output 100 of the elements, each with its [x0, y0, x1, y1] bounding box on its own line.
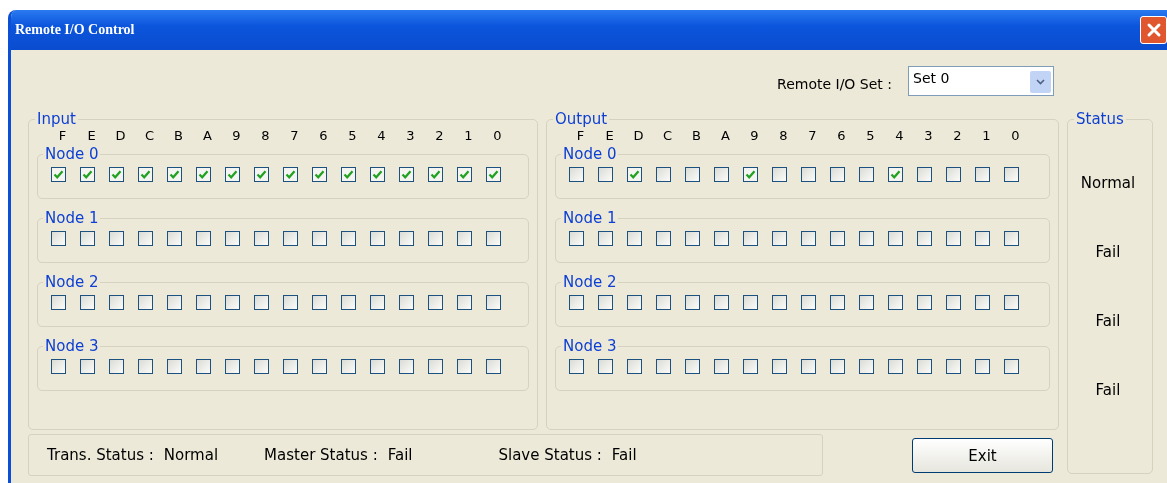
checkbox[interactable]: [167, 359, 182, 374]
checkbox[interactable]: [714, 359, 729, 374]
checkbox[interactable]: [627, 295, 642, 310]
checkbox[interactable]: [254, 167, 269, 182]
checkbox[interactable]: [743, 359, 758, 374]
checkbox[interactable]: [283, 231, 298, 246]
checkbox[interactable]: [772, 359, 787, 374]
checkbox[interactable]: [109, 167, 124, 182]
checkbox[interactable]: [946, 295, 961, 310]
checkbox[interactable]: [801, 359, 816, 374]
checkbox[interactable]: [975, 231, 990, 246]
checkbox[interactable]: [138, 295, 153, 310]
checkbox[interactable]: [656, 359, 671, 374]
checkbox[interactable]: [714, 295, 729, 310]
checkbox[interactable]: [167, 231, 182, 246]
checkbox[interactable]: [254, 231, 269, 246]
checkbox[interactable]: [167, 295, 182, 310]
checkbox[interactable]: [370, 167, 385, 182]
checkbox[interactable]: [1004, 295, 1019, 310]
checkbox[interactable]: [370, 231, 385, 246]
checkbox[interactable]: [399, 231, 414, 246]
checkbox[interactable]: [859, 359, 874, 374]
checkbox[interactable]: [830, 231, 845, 246]
close-icon[interactable]: [1145, 22, 1162, 38]
checkbox[interactable]: [486, 359, 501, 374]
checkbox[interactable]: [743, 167, 758, 182]
checkbox[interactable]: [917, 231, 932, 246]
checkbox[interactable]: [428, 231, 443, 246]
checkbox[interactable]: [80, 231, 95, 246]
checkbox[interactable]: [685, 359, 700, 374]
checkbox[interactable]: [225, 359, 240, 374]
checkbox[interactable]: [917, 359, 932, 374]
checkbox[interactable]: [888, 359, 903, 374]
checkbox[interactable]: [312, 231, 327, 246]
checkbox[interactable]: [399, 359, 414, 374]
checkbox[interactable]: [370, 295, 385, 310]
checkbox[interactable]: [598, 359, 613, 374]
checkbox[interactable]: [109, 359, 124, 374]
checkbox[interactable]: [946, 231, 961, 246]
checkbox[interactable]: [51, 359, 66, 374]
checkbox[interactable]: [80, 359, 95, 374]
checkbox[interactable]: [283, 295, 298, 310]
checkbox[interactable]: [486, 231, 501, 246]
checkbox[interactable]: [975, 167, 990, 182]
checkbox[interactable]: [138, 359, 153, 374]
checkbox[interactable]: [399, 167, 414, 182]
checkbox[interactable]: [975, 295, 990, 310]
checkbox[interactable]: [225, 295, 240, 310]
checkbox[interactable]: [801, 231, 816, 246]
set-dropdown[interactable]: Set 0: [908, 66, 1054, 96]
exit-button[interactable]: Exit: [912, 438, 1053, 473]
checkbox[interactable]: [859, 167, 874, 182]
checkbox[interactable]: [772, 295, 787, 310]
checkbox[interactable]: [627, 167, 642, 182]
checkbox[interactable]: [743, 231, 758, 246]
checkbox[interactable]: [486, 295, 501, 310]
checkbox[interactable]: [225, 231, 240, 246]
checkbox[interactable]: [1004, 231, 1019, 246]
checkbox[interactable]: [225, 167, 240, 182]
checkbox[interactable]: [428, 295, 443, 310]
checkbox[interactable]: [888, 231, 903, 246]
checkbox[interactable]: [196, 359, 211, 374]
checkbox[interactable]: [428, 359, 443, 374]
checkbox[interactable]: [569, 231, 584, 246]
checkbox[interactable]: [685, 295, 700, 310]
checkbox[interactable]: [341, 231, 356, 246]
checkbox[interactable]: [457, 231, 472, 246]
checkbox[interactable]: [714, 167, 729, 182]
checkbox[interactable]: [569, 167, 584, 182]
checkbox[interactable]: [80, 167, 95, 182]
checkbox[interactable]: [80, 295, 95, 310]
checkbox[interactable]: [598, 167, 613, 182]
checkbox[interactable]: [457, 167, 472, 182]
checkbox[interactable]: [569, 359, 584, 374]
checkbox[interactable]: [283, 359, 298, 374]
checkbox[interactable]: [457, 359, 472, 374]
checkbox[interactable]: [743, 295, 758, 310]
checkbox[interactable]: [1004, 167, 1019, 182]
checkbox[interactable]: [685, 167, 700, 182]
checkbox[interactable]: [656, 231, 671, 246]
checkbox[interactable]: [341, 295, 356, 310]
checkbox[interactable]: [656, 167, 671, 182]
checkbox[interactable]: [1004, 359, 1019, 374]
checkbox[interactable]: [370, 359, 385, 374]
checkbox[interactable]: [196, 167, 211, 182]
checkbox[interactable]: [946, 167, 961, 182]
checkbox[interactable]: [627, 231, 642, 246]
checkbox[interactable]: [772, 231, 787, 246]
checkbox[interactable]: [51, 295, 66, 310]
checkbox[interactable]: [627, 359, 642, 374]
checkbox[interactable]: [801, 295, 816, 310]
checkbox[interactable]: [283, 167, 298, 182]
checkbox[interactable]: [167, 167, 182, 182]
checkbox[interactable]: [428, 167, 443, 182]
checkbox[interactable]: [109, 231, 124, 246]
checkbox[interactable]: [656, 295, 671, 310]
checkbox[interactable]: [196, 231, 211, 246]
checkbox[interactable]: [772, 167, 787, 182]
checkbox[interactable]: [399, 295, 414, 310]
checkbox[interactable]: [312, 359, 327, 374]
